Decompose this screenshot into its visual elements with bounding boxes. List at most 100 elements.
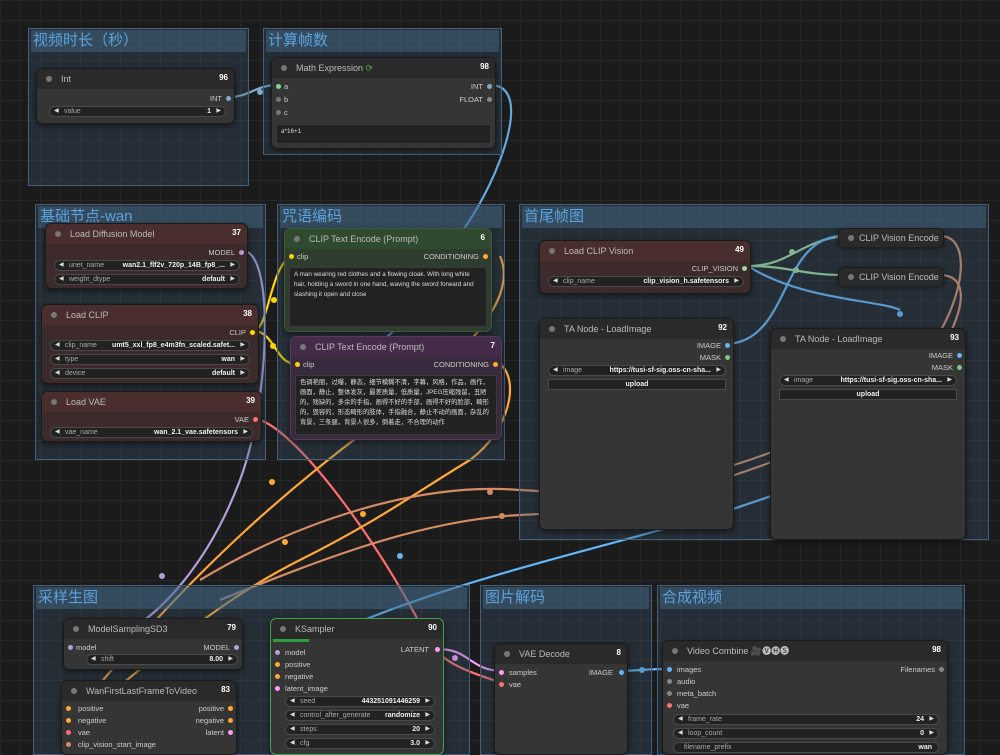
input-images[interactable]: images	[677, 664, 701, 675]
arrow-right-icon[interactable]: ▶	[228, 655, 233, 664]
socket-icon[interactable]	[239, 250, 244, 255]
node-load-image-93[interactable]: TA Node - LoadImage 93 IMAGE MASK ◀ image…	[770, 328, 966, 540]
collapse-dot-icon[interactable]	[73, 626, 79, 632]
node-int[interactable]: Int 96 INT ◀ value 1 ▶	[36, 68, 235, 124]
node-header[interactable]: ModelSamplingSD3 79	[64, 619, 242, 639]
collapse-dot-icon[interactable]	[294, 236, 300, 242]
input-clip[interactable]: clip	[303, 359, 314, 370]
socket-icon[interactable]	[66, 730, 71, 735]
image-widget[interactable]: ◀ image https://tusi-sf-sig.oss-cn-sha...…	[548, 365, 726, 376]
node-header[interactable]: TA Node - LoadImage 92	[540, 319, 733, 339]
clip-name-widget[interactable]: ◀ clip_name umt5_xxl_fp8_e4m3fn_scaled.sa…	[50, 340, 250, 351]
node-clip-vision-encode-1[interactable]: CLIP Vision Encode	[838, 228, 944, 247]
input-latent-image[interactable]: latent_image	[285, 683, 328, 694]
collapse-dot-icon[interactable]	[280, 626, 286, 632]
arrow-right-icon[interactable]: ▶	[947, 376, 952, 385]
socket-icon[interactable]	[667, 691, 672, 696]
socket-icon[interactable]	[66, 718, 71, 723]
collapse-dot-icon[interactable]	[46, 76, 52, 82]
node-load-image-92[interactable]: TA Node - LoadImage 92 IMAGE MASK ◀ image…	[539, 318, 734, 530]
input-meta-batch[interactable]: meta_batch	[677, 688, 716, 699]
output-model[interactable]: MODEL	[208, 247, 235, 258]
node-header[interactable]: Load CLIP Vision 49	[540, 241, 750, 261]
arrow-right-icon[interactable]: ▶	[240, 341, 245, 350]
frame-rate-widget[interactable]: ◀ frame_rate 24 ▶	[673, 714, 939, 725]
input-vae[interactable]: vae	[78, 727, 90, 738]
node-header[interactable]: CLIP Vision Encode	[839, 268, 943, 286]
output-model[interactable]: MODEL	[203, 642, 230, 653]
output-int[interactable]: INT	[210, 93, 222, 104]
collapse-dot-icon[interactable]	[55, 231, 61, 237]
socket-icon[interactable]	[487, 97, 492, 102]
control-after-generate-widget[interactable]: ◀ control_after_generate randomize ▶	[285, 710, 435, 721]
arrow-right-icon[interactable]: ▶	[240, 355, 245, 364]
vae-name-widget[interactable]: ◀ vae_name wan_2.1_vae.safetensors ▶	[50, 427, 253, 438]
node-clip-text-encode-positive[interactable]: CLIP Text Encode (Prompt) 6 clip CONDITI…	[284, 228, 492, 332]
output-mask[interactable]: MASK	[700, 352, 721, 363]
arrow-right-icon[interactable]: ▶	[929, 715, 934, 724]
socket-icon[interactable]	[228, 730, 233, 735]
input-samples[interactable]: samples	[509, 667, 537, 678]
arrow-left-icon[interactable]: ◀	[553, 366, 558, 375]
output-image[interactable]: IMAGE	[929, 350, 953, 361]
input-clip-vision-start[interactable]: clip_vision_start_image	[78, 739, 156, 750]
output-image[interactable]: IMAGE	[589, 667, 613, 678]
node-header[interactable]: CLIP Text Encode (Prompt) 7	[291, 337, 501, 357]
type-widget[interactable]: ◀ type wan ▶	[50, 354, 250, 365]
output-image[interactable]: IMAGE	[697, 340, 721, 351]
output-conditioning[interactable]: CONDITIONING	[424, 251, 479, 262]
input-vae[interactable]: vae	[677, 700, 689, 711]
socket-icon[interactable]	[487, 84, 492, 89]
collapse-dot-icon[interactable]	[504, 651, 510, 657]
input-positive[interactable]: positive	[78, 703, 103, 714]
socket-icon[interactable]	[499, 682, 504, 687]
arrow-left-icon[interactable]: ◀	[290, 711, 295, 720]
output-int[interactable]: INT	[471, 81, 483, 92]
arrow-right-icon[interactable]: ▶	[230, 275, 235, 284]
socket-icon[interactable]	[619, 670, 624, 675]
node-model-sampling-sd3[interactable]: ModelSamplingSD3 79 model MODEL ◀ shift 8…	[63, 618, 243, 670]
socket-icon[interactable]	[725, 355, 730, 360]
unet-name-widget[interactable]: ◀ unet_name wan2.1_flf2v_720p_14B_fp8_...…	[54, 260, 240, 271]
socket-icon[interactable]	[68, 645, 73, 650]
arrow-right-icon[interactable]: ▶	[230, 261, 235, 270]
node-video-combine[interactable]: Video Combine 🎥🅥🅗🅢 98 images audio meta_…	[662, 640, 948, 755]
node-math-expression[interactable]: Math Expression ⟳ 98 a b c INT FLOAT a*1…	[271, 57, 496, 149]
input-negative[interactable]: negative	[78, 715, 106, 726]
value-widget[interactable]: ◀ value 1 ▶	[49, 106, 226, 117]
input-model[interactable]: model	[76, 642, 96, 653]
node-header[interactable]: Load CLIP 38	[42, 305, 258, 325]
node-header[interactable]: Int 96	[37, 69, 234, 89]
upload-button[interactable]: upload	[548, 379, 726, 390]
arrow-right-icon[interactable]: ▶	[425, 697, 430, 706]
arrow-left-icon[interactable]: ◀	[290, 739, 295, 748]
node-header[interactable]: Load Diffusion Model 37	[46, 224, 247, 244]
socket-icon[interactable]	[667, 679, 672, 684]
weight-dtype-widget[interactable]: ◀ weight_dtype default ▶	[54, 274, 240, 285]
arrow-left-icon[interactable]: ◀	[678, 715, 683, 724]
arrow-left-icon[interactable]: ◀	[553, 277, 558, 286]
output-conditioning[interactable]: CONDITIONING	[434, 359, 489, 370]
socket-icon[interactable]	[275, 674, 280, 679]
socket-icon[interactable]	[276, 84, 281, 89]
arrow-left-icon[interactable]: ◀	[290, 725, 295, 734]
input-vae[interactable]: vae	[509, 679, 521, 690]
arrow-right-icon[interactable]: ▶	[425, 711, 430, 720]
collapse-dot-icon[interactable]	[51, 312, 57, 318]
arrow-left-icon[interactable]: ◀	[55, 341, 60, 350]
collapse-dot-icon[interactable]	[549, 326, 555, 332]
arrow-left-icon[interactable]: ◀	[55, 428, 60, 437]
arrow-left-icon[interactable]: ◀	[54, 107, 59, 116]
arrow-left-icon[interactable]: ◀	[59, 261, 64, 270]
output-mask[interactable]: MASK	[932, 362, 953, 373]
socket-icon[interactable]	[66, 706, 71, 711]
collapse-dot-icon[interactable]	[780, 336, 786, 342]
socket-icon[interactable]	[667, 667, 672, 672]
arrow-right-icon[interactable]: ▶	[929, 729, 934, 738]
socket-icon[interactable]	[228, 706, 233, 711]
node-header[interactable]: Video Combine 🎥🅥🅗🅢 98	[663, 641, 947, 661]
cfg-widget[interactable]: ◀ cfg 3.0 ▶	[285, 738, 435, 749]
collapse-dot-icon[interactable]	[549, 248, 555, 254]
output-latent[interactable]: LATENT	[401, 644, 429, 655]
node-load-vae[interactable]: Load VAE 39 VAE ◀ vae_name wan_2.1_vae.sa…	[41, 391, 262, 442]
